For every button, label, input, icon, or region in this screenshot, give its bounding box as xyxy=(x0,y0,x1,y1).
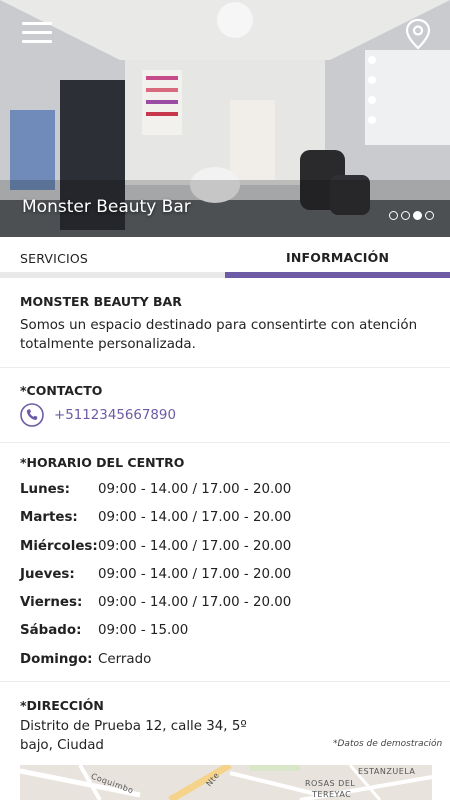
map-label: ROSAS DEL xyxy=(305,779,356,788)
day-label: Sábado: xyxy=(20,623,82,639)
phone-number: +5112345667890 xyxy=(54,407,176,423)
tab-informacion[interactable]: INFORMACIÓN xyxy=(225,237,450,278)
carousel-dot[interactable] xyxy=(389,211,398,220)
phone-link[interactable]: +5112345667890 xyxy=(20,403,176,427)
about-heading: MONSTER BEAUTY BAR xyxy=(20,294,182,309)
hamburger-menu-icon xyxy=(22,22,52,25)
map-label: ESTANZUELA xyxy=(358,767,416,776)
day-label: Viernes: xyxy=(20,595,83,611)
address-heading: *DIRECCIÓN xyxy=(20,698,104,713)
salon-title: Monster Beauty Bar xyxy=(22,197,191,217)
carousel-dot-active[interactable] xyxy=(413,211,422,220)
map-pin-icon xyxy=(405,18,431,50)
day-label: Miércoles: xyxy=(20,538,98,554)
time-value: 09:00 - 15.00 xyxy=(98,623,189,639)
location-map[interactable]: Coquimbo Nte ESTANZUELA ROSAS DEL TEREYA… xyxy=(20,765,432,800)
day-label: Domingo: xyxy=(20,651,93,667)
tab-bar: SERVICIOS INFORMACIÓN xyxy=(0,237,450,278)
time-value: Cerrado xyxy=(98,651,152,667)
menu-button[interactable] xyxy=(22,22,52,44)
hero-banner: Monster Beauty Bar xyxy=(0,0,450,237)
time-value: 09:00 - 14.00 / 17.00 - 20.00 xyxy=(98,510,292,526)
time-value: 09:00 - 14.00 / 17.00 - 20.00 xyxy=(98,538,292,554)
carousel-dot[interactable] xyxy=(425,211,434,220)
location-button[interactable] xyxy=(404,18,432,50)
about-text: Somos un espacio destinado para consenti… xyxy=(20,318,418,352)
contact-heading: *CONTACTO xyxy=(20,383,103,398)
carousel-dot[interactable] xyxy=(401,211,410,220)
tab-label: SERVICIOS xyxy=(20,251,89,266)
day-label: Lunes: xyxy=(20,482,71,497)
tab-label: INFORMACIÓN xyxy=(286,250,390,265)
demo-data-note: *Datos de demostración xyxy=(333,739,443,749)
time-value: 09:00 - 14.00 / 17.00 - 20.00 xyxy=(98,566,292,582)
time-value: 09:00 - 14.00 / 17.00 - 20.00 xyxy=(98,595,292,611)
map-label: TEREYAC xyxy=(312,790,352,799)
day-label: Jueves: xyxy=(20,566,75,582)
time-value: 09:00 - 14.00 / 17.00 - 20.00 xyxy=(98,482,292,497)
address-text: Distrito de Prueba 12, calle 34, 5º bajo… xyxy=(20,719,247,753)
carousel-indicators xyxy=(389,211,434,220)
phone-icon xyxy=(20,403,44,427)
day-label: Martes: xyxy=(20,510,78,526)
tab-servicios[interactable]: SERVICIOS xyxy=(0,237,225,278)
hours-heading: *HORARIO DEL CENTRO xyxy=(20,455,185,470)
hours-section xyxy=(0,443,450,682)
